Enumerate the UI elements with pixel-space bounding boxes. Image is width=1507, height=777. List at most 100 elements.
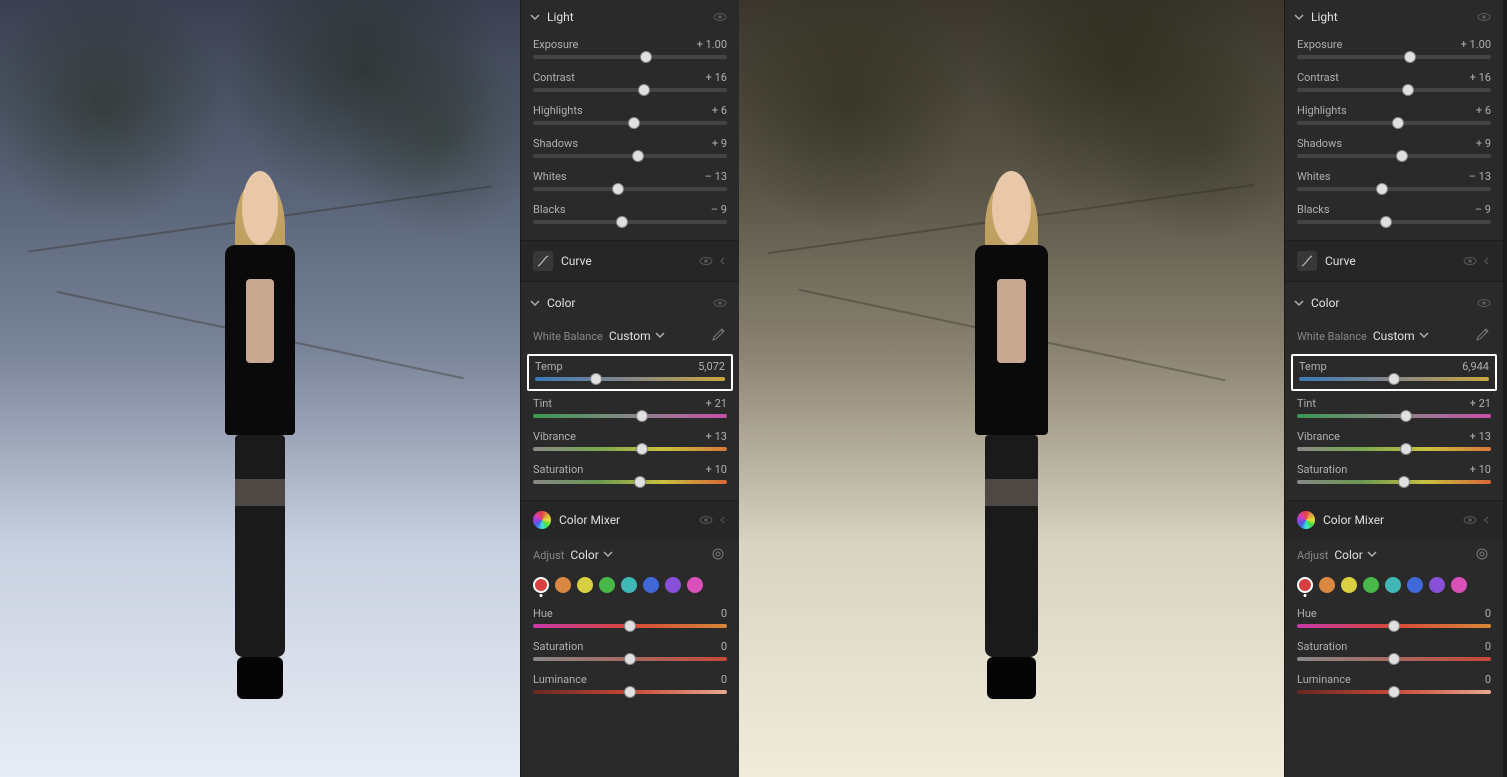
slider-value[interactable]: 5,072	[698, 360, 725, 373]
slider-value[interactable]: + 6	[1476, 104, 1491, 117]
eye-icon[interactable]	[713, 296, 727, 310]
target-icon[interactable]	[711, 547, 727, 563]
slider-track[interactable]	[533, 480, 727, 484]
swatch-green[interactable]	[1363, 577, 1379, 593]
wb-dropdown[interactable]: Custom	[1373, 329, 1429, 343]
slider-track[interactable]	[1299, 377, 1489, 381]
slider-track[interactable]	[1297, 414, 1491, 418]
slider-thumb[interactable]	[1380, 216, 1392, 228]
slider-value[interactable]: – 9	[1475, 203, 1491, 216]
slider-value[interactable]: + 13	[706, 430, 727, 443]
slider-thumb[interactable]	[590, 373, 602, 385]
eye-icon[interactable]	[1463, 254, 1477, 268]
target-icon[interactable]	[1475, 547, 1491, 563]
color-mixer-header[interactable]: Color Mixer	[1285, 500, 1503, 539]
slider-track[interactable]	[1297, 480, 1491, 484]
slider-thumb[interactable]	[1392, 117, 1404, 129]
slider-track[interactable]	[1297, 657, 1491, 661]
slider-track[interactable]	[1297, 187, 1491, 191]
swatch-red[interactable]	[1297, 577, 1313, 593]
slider-value[interactable]: 0	[1485, 607, 1491, 620]
slider-thumb[interactable]	[612, 183, 624, 195]
swatch-red[interactable]	[533, 577, 549, 593]
slider-value[interactable]: + 10	[706, 463, 727, 476]
eyedropper-icon[interactable]	[711, 328, 727, 344]
slider-value[interactable]: + 10	[1470, 463, 1491, 476]
slider-value[interactable]: + 9	[1476, 137, 1491, 150]
chevron-left-icon[interactable]	[1483, 257, 1491, 265]
swatch-purple[interactable]	[1429, 577, 1445, 593]
curve-icon[interactable]	[1297, 251, 1317, 271]
slider-track[interactable]	[533, 447, 727, 451]
slider-thumb[interactable]	[1388, 686, 1400, 698]
slider-value[interactable]: 0	[721, 673, 727, 686]
slider-thumb[interactable]	[636, 410, 648, 422]
swatch-orange[interactable]	[1319, 577, 1335, 593]
color-section-header[interactable]: Color	[1285, 282, 1503, 320]
slider-track[interactable]	[533, 154, 727, 158]
swatch-green[interactable]	[599, 577, 615, 593]
slider-thumb[interactable]	[1388, 373, 1400, 385]
light-section-header[interactable]: Light	[521, 0, 739, 34]
slider-thumb[interactable]	[628, 117, 640, 129]
slider-track[interactable]	[533, 414, 727, 418]
slider-value[interactable]: + 21	[1470, 397, 1491, 410]
slider-value[interactable]: 0	[721, 607, 727, 620]
slider-track[interactable]	[533, 187, 727, 191]
slider-track[interactable]	[1297, 55, 1491, 59]
slider-thumb[interactable]	[1404, 51, 1416, 63]
slider-track[interactable]	[533, 690, 727, 694]
slider-value[interactable]: 0	[1485, 640, 1491, 653]
swatch-orange[interactable]	[555, 577, 571, 593]
eye-icon[interactable]	[1463, 513, 1477, 527]
color-mixer-header[interactable]: Color Mixer	[521, 500, 739, 539]
slider-value[interactable]: + 9	[712, 137, 727, 150]
eye-icon[interactable]	[1477, 10, 1491, 24]
slider-thumb[interactable]	[638, 84, 650, 96]
slider-thumb[interactable]	[624, 686, 636, 698]
swatch-yellow[interactable]	[577, 577, 593, 593]
wb-dropdown[interactable]: Custom	[609, 329, 665, 343]
slider-track[interactable]	[535, 377, 725, 381]
slider-track[interactable]	[1297, 154, 1491, 158]
swatch-magenta[interactable]	[1451, 577, 1467, 593]
slider-thumb[interactable]	[1396, 150, 1408, 162]
eyedropper-icon[interactable]	[1475, 328, 1491, 344]
slider-value[interactable]: + 1.00	[1461, 38, 1491, 51]
swatch-magenta[interactable]	[687, 577, 703, 593]
slider-track[interactable]	[1297, 88, 1491, 92]
slider-thumb[interactable]	[1400, 443, 1412, 455]
slider-value[interactable]: + 13	[1470, 430, 1491, 443]
swatch-purple[interactable]	[665, 577, 681, 593]
swatch-aqua[interactable]	[1385, 577, 1401, 593]
swatch-aqua[interactable]	[621, 577, 637, 593]
swatch-blue[interactable]	[643, 577, 659, 593]
slider-thumb[interactable]	[624, 620, 636, 632]
slider-track[interactable]	[1297, 447, 1491, 451]
slider-value[interactable]: + 21	[706, 397, 727, 410]
slider-thumb[interactable]	[632, 150, 644, 162]
slider-thumb[interactable]	[1402, 84, 1414, 96]
chevron-left-icon[interactable]	[719, 516, 727, 524]
swatch-blue[interactable]	[1407, 577, 1423, 593]
light-section-header[interactable]: Light	[1285, 0, 1503, 34]
adjust-dropdown[interactable]: Color	[570, 548, 612, 562]
slider-value[interactable]: + 16	[1470, 71, 1491, 84]
curve-icon[interactable]	[533, 251, 553, 271]
slider-value[interactable]: 0	[721, 640, 727, 653]
slider-track[interactable]	[533, 657, 727, 661]
slider-track[interactable]	[1297, 624, 1491, 628]
slider-value[interactable]: + 16	[706, 71, 727, 84]
slider-track[interactable]	[533, 55, 727, 59]
slider-value[interactable]: – 9	[711, 203, 727, 216]
slider-value[interactable]: + 6	[712, 104, 727, 117]
slider-thumb[interactable]	[616, 216, 628, 228]
slider-thumb[interactable]	[1398, 476, 1410, 488]
eye-icon[interactable]	[713, 10, 727, 24]
slider-track[interactable]	[1297, 690, 1491, 694]
slider-track[interactable]	[1297, 121, 1491, 125]
slider-track[interactable]	[533, 88, 727, 92]
eye-icon[interactable]	[1477, 296, 1491, 310]
slider-value[interactable]: – 13	[705, 170, 727, 183]
chevron-left-icon[interactable]	[1483, 516, 1491, 524]
